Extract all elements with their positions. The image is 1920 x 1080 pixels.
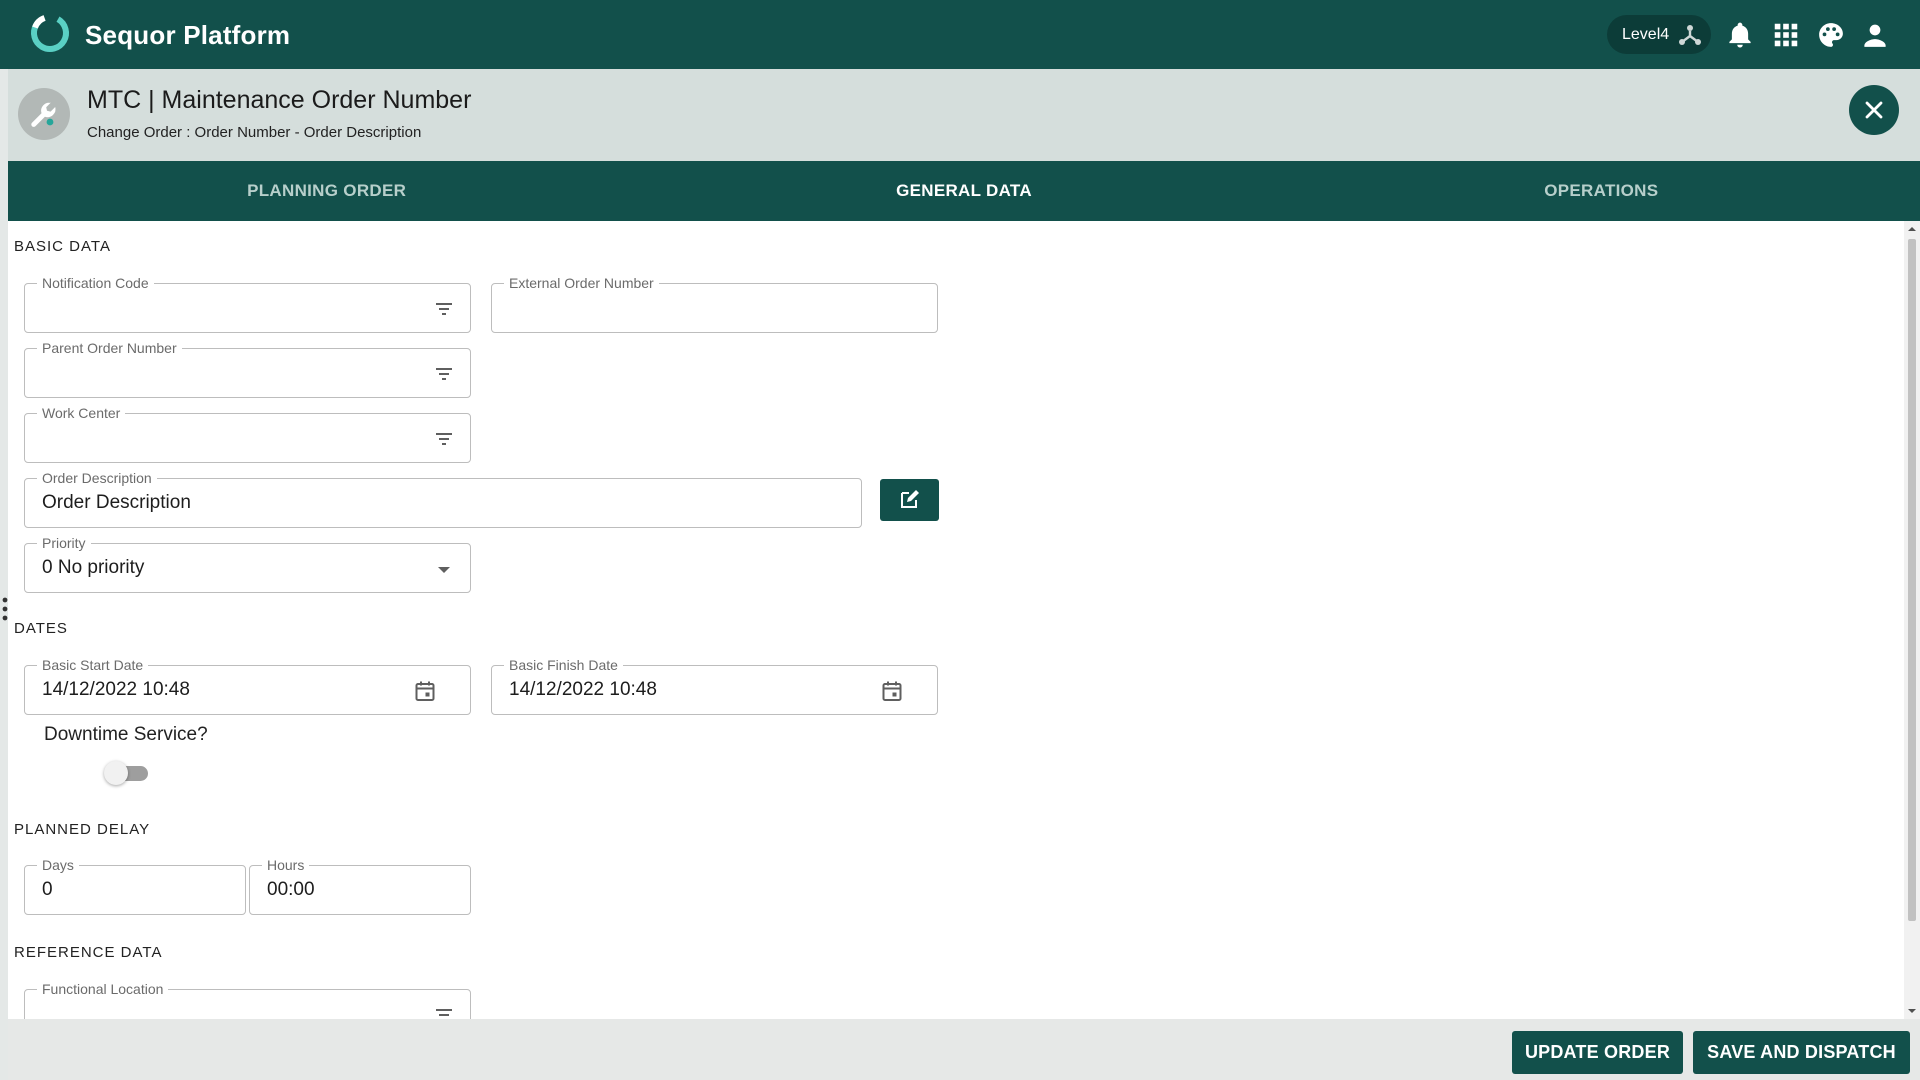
hours-value: 00:00: [267, 879, 315, 900]
toggle-thumb: [104, 761, 128, 785]
tab-bar: PLANNING ORDER GENERAL DATA OPERATIONS: [8, 161, 1920, 221]
notification-code-label: Notification Code: [37, 274, 154, 292]
page-header: MTC | Maintenance Order Number Change Or…: [0, 69, 1920, 161]
external-order-number-field[interactable]: External Order Number: [491, 274, 938, 333]
section-planned-delay: PLANNED DELAY: [14, 821, 151, 838]
page-subtitle: Change Order : Order Number - Order Desc…: [87, 124, 422, 141]
tab-general-data[interactable]: GENERAL DATA: [645, 161, 1282, 221]
apps-grid-icon[interactable]: [1771, 20, 1801, 50]
section-dates: DATES: [14, 620, 68, 637]
scrollbar-thumb[interactable]: [1908, 239, 1916, 921]
user-icon[interactable]: [1860, 20, 1890, 50]
priority-select[interactable]: Priority 0 No priority: [24, 534, 471, 593]
calendar-icon[interactable]: [413, 679, 437, 703]
basic-start-date-field[interactable]: Basic Start Date 14/12/2022 10:48: [24, 656, 471, 715]
sequor-logo-icon: [31, 14, 69, 52]
side-panel-handle: [0, 69, 8, 1080]
edit-description-button[interactable]: [880, 479, 939, 521]
work-center-label: Work Center: [37, 404, 126, 422]
hours-field[interactable]: Hours 00:00: [249, 856, 471, 915]
app-window: Sequor Platform Level4 MTC | Maintenance…: [0, 0, 1920, 1080]
palette-icon[interactable]: [1816, 20, 1846, 50]
downtime-service-label: Downtime Service?: [44, 724, 208, 745]
level-selector[interactable]: Level4: [1607, 15, 1711, 54]
action-footer: UPDATE ORDER SAVE AND DISPATCH: [8, 1019, 1920, 1080]
filter-icon[interactable]: [432, 297, 456, 321]
filter-icon[interactable]: [432, 1003, 456, 1019]
functional-location-label: Functional Location: [37, 980, 169, 998]
basic-finish-date-field[interactable]: Basic Finish Date 14/12/2022 10:48: [491, 656, 938, 715]
filter-icon[interactable]: [432, 362, 456, 386]
form-content: BASIC DATA Notification Code External Or…: [8, 221, 1904, 1019]
priority-label: Priority: [37, 534, 91, 552]
top-bar: Sequor Platform Level4: [0, 0, 1920, 69]
basic-start-date-value: 14/12/2022 10:48: [42, 679, 190, 700]
days-field[interactable]: Days 0: [24, 856, 246, 915]
edit-icon: [901, 490, 919, 508]
order-description-value: Order Description: [42, 492, 191, 513]
dropdown-arrow-icon: [438, 567, 450, 573]
order-description-label: Order Description: [37, 469, 157, 487]
page-title: MTC | Maintenance Order Number: [87, 86, 472, 114]
more-vert-icon[interactable]: [2, 596, 8, 622]
order-description-field[interactable]: Order Description Order Description: [24, 469, 862, 528]
hierarchy-icon: [1679, 25, 1701, 45]
downtime-service-toggle[interactable]: [104, 761, 152, 785]
days-value: 0: [42, 879, 53, 900]
close-button[interactable]: [1849, 85, 1899, 135]
basic-finish-date-label: Basic Finish Date: [504, 656, 623, 674]
bell-icon[interactable]: [1725, 20, 1755, 50]
scroll-down-arrow-icon[interactable]: [1908, 1007, 1916, 1015]
section-basic-data: BASIC DATA: [14, 238, 111, 255]
maintenance-avatar: [18, 88, 70, 140]
tab-planning-order[interactable]: PLANNING ORDER: [8, 161, 645, 221]
level-label: Level4: [1622, 25, 1670, 43]
update-order-button[interactable]: UPDATE ORDER: [1512, 1031, 1683, 1074]
save-and-dispatch-button[interactable]: SAVE AND DISPATCH: [1693, 1031, 1910, 1074]
priority-value: 0 No priority: [42, 557, 145, 578]
parent-order-number-label: Parent Order Number: [37, 339, 182, 357]
notification-code-field[interactable]: Notification Code: [24, 274, 471, 333]
content-scrollbar[interactable]: [1904, 221, 1920, 1019]
hours-label: Hours: [262, 856, 310, 874]
days-label: Days: [37, 856, 79, 874]
filter-icon[interactable]: [432, 427, 456, 451]
scroll-up-arrow-icon[interactable]: [1908, 225, 1916, 233]
wrench-icon: [31, 102, 56, 127]
calendar-icon[interactable]: [880, 679, 904, 703]
basic-start-date-label: Basic Start Date: [37, 656, 149, 674]
functional-location-field[interactable]: Functional Location: [24, 980, 471, 1019]
parent-order-number-field[interactable]: Parent Order Number: [24, 339, 471, 398]
tab-operations[interactable]: OPERATIONS: [1283, 161, 1920, 221]
close-icon: [1865, 101, 1883, 119]
work-center-field[interactable]: Work Center: [24, 404, 471, 463]
section-reference-data: REFERENCE DATA: [14, 944, 163, 961]
basic-finish-date-value: 14/12/2022 10:48: [509, 679, 657, 700]
app-name: Sequor Platform: [85, 20, 291, 50]
external-order-number-label: External Order Number: [504, 274, 659, 292]
